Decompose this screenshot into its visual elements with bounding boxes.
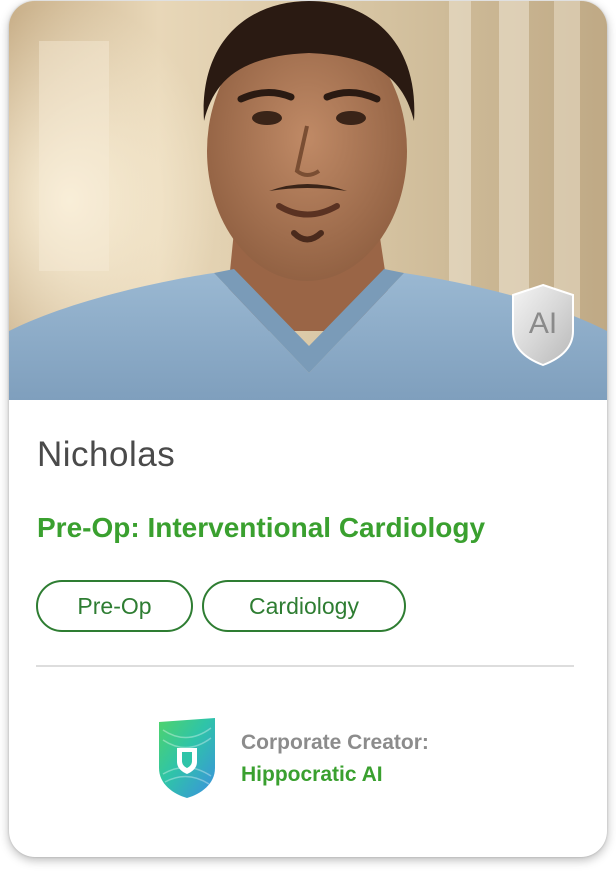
- persona-name: Nicholas: [37, 435, 176, 474]
- persona-photo: AI: [9, 1, 607, 400]
- tag-pre-op[interactable]: Pre-Op: [36, 580, 193, 632]
- persona-card[interactable]: AI Nicholas Pre-Op: Interventional Cardi…: [9, 1, 607, 857]
- tag-cardiology[interactable]: Cardiology: [202, 580, 406, 632]
- ai-shield-badge: AI: [509, 283, 577, 367]
- creator-name[interactable]: Hippocratic AI: [241, 763, 383, 787]
- divider: [36, 665, 574, 667]
- creator-label: Corporate Creator:: [241, 731, 429, 754]
- hippocratic-shield-logo-icon: [153, 716, 221, 800]
- persona-role-title: Pre-Op: Interventional Cardiology: [37, 512, 486, 543]
- ai-badge-label: AI: [529, 307, 557, 340]
- tag-list: Pre-Op Cardiology: [36, 580, 406, 632]
